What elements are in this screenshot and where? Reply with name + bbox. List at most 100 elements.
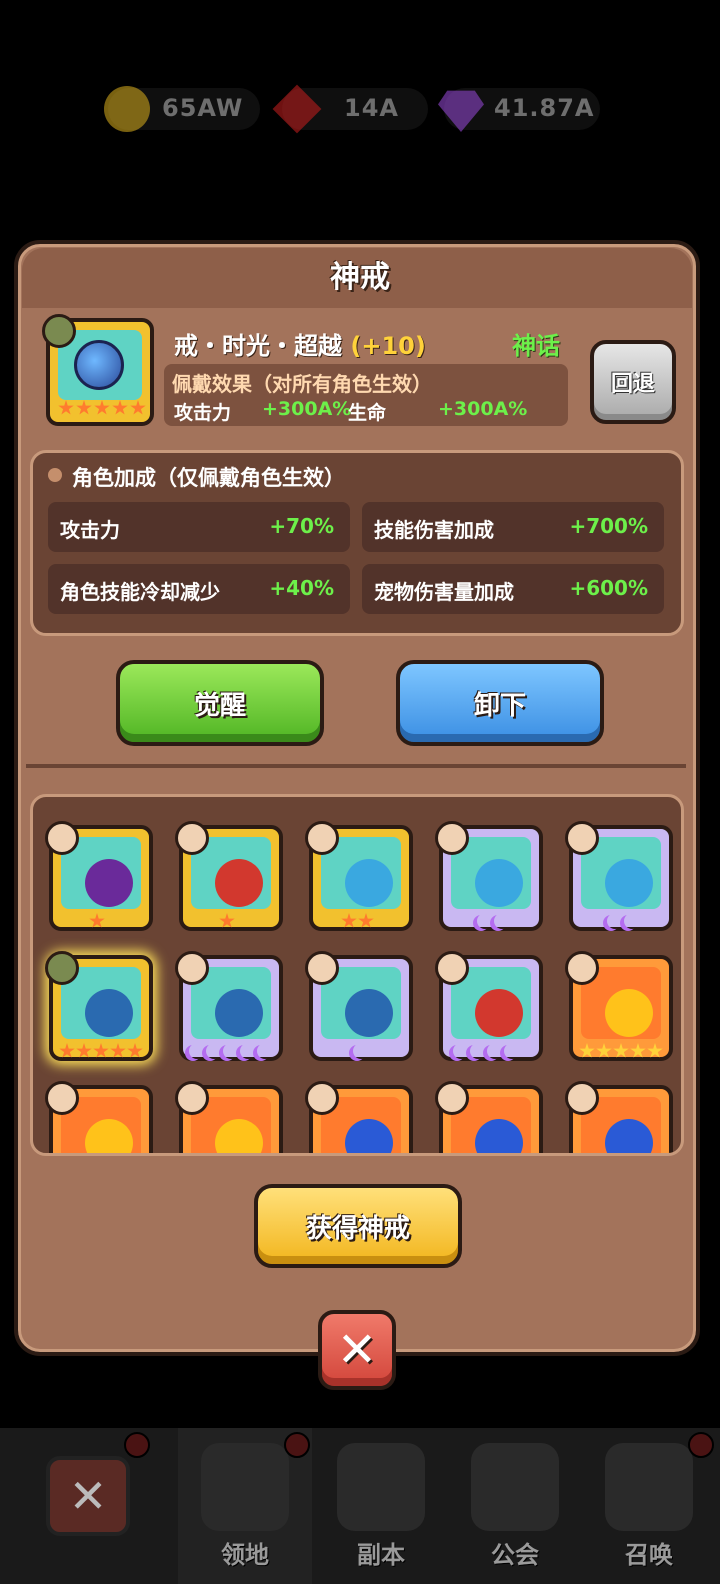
ring-owner-avatar <box>42 314 76 348</box>
nav-label: 召唤 <box>625 1541 673 1569</box>
owner-avatar <box>565 951 599 985</box>
summon-gem-icon <box>605 1443 693 1531</box>
owner-avatar <box>305 821 339 855</box>
ring-inventory-grid[interactable] <box>30 794 684 1156</box>
star-icon <box>358 913 374 928</box>
bonus-label: 技能伤害加成 <box>374 518 494 542</box>
nav-item-guild[interactable]: 公会 <box>448 1428 582 1584</box>
notification-dot <box>284 1432 310 1458</box>
star-icon <box>58 400 74 415</box>
star-icon <box>647 1043 663 1058</box>
owner-avatar <box>435 821 469 855</box>
territory-icon <box>201 1443 289 1531</box>
owner-avatar <box>305 951 339 985</box>
star-icon <box>76 400 92 415</box>
ring-gem-icon <box>345 859 393 907</box>
ring-gem-icon <box>85 859 133 907</box>
item-moons <box>477 913 510 929</box>
star-icon <box>89 913 105 928</box>
ring-gem-icon <box>74 340 124 390</box>
unequip-button[interactable]: 卸下 <box>396 660 604 746</box>
inventory-ring-item[interactable] <box>435 821 543 931</box>
inventory-ring-item[interactable] <box>175 1081 283 1153</box>
ring-gem-icon <box>475 989 523 1037</box>
inventory-ring-item[interactable] <box>175 821 283 931</box>
bonus-cell-pet-damage: 宠物伤害量加成 +600% <box>362 564 664 614</box>
panel-title: 神戒 <box>330 260 390 295</box>
effect-title: 佩戴效果（对所有角色生效） <box>172 372 432 396</box>
moon-icon <box>477 913 493 929</box>
owner-avatar <box>305 1081 339 1115</box>
inventory-ring-item[interactable] <box>45 821 153 931</box>
ring-name-text: 戒・时光・超越 <box>174 332 342 360</box>
currency-diamond-value: 41.87A <box>494 94 595 122</box>
moon-icon <box>257 1043 273 1059</box>
item-stars <box>341 913 374 929</box>
owner-avatar <box>175 821 209 855</box>
item-moons <box>607 913 640 929</box>
bonus-label: 角色技能冷却减少 <box>60 580 220 604</box>
star-icon <box>93 1043 109 1058</box>
owner-avatar <box>45 821 79 855</box>
inventory-ring-item[interactable] <box>565 821 673 931</box>
get-ring-button[interactable]: 获得神戒 <box>254 1184 462 1268</box>
bonus-label: 宠物伤害量加成 <box>374 580 514 604</box>
back-button[interactable]: 回退 <box>590 340 676 424</box>
ring-rarity: 神话 <box>512 332 560 360</box>
nav-label: 公会 <box>491 1541 539 1569</box>
moon-icon <box>624 913 640 929</box>
inventory-ring-item[interactable] <box>305 951 413 1061</box>
bonus-cell-skill-damage: 技能伤害加成 +700% <box>362 502 664 552</box>
guild-shield-icon <box>471 1443 559 1531</box>
close-icon: ✕ <box>68 1469 108 1523</box>
effect-attack-value: +300A% <box>262 398 352 420</box>
inventory-ring-item[interactable] <box>565 951 673 1061</box>
moon-icon <box>240 1043 256 1059</box>
ring-gem-icon <box>345 989 393 1037</box>
star-icon <box>613 1043 629 1058</box>
ring-gem-icon <box>85 1119 133 1153</box>
ring-gem-icon <box>475 1119 523 1153</box>
notification-dot <box>688 1432 714 1458</box>
item-stars <box>579 1043 663 1059</box>
ring-gem-icon <box>215 989 263 1037</box>
nav-label: 副本 <box>357 1541 405 1569</box>
moon-icon <box>223 1043 239 1059</box>
inventory-ring-item[interactable] <box>435 951 543 1061</box>
star-icon <box>127 1043 143 1058</box>
effect-hp-label: 生命 <box>348 402 387 424</box>
inventory-ring-item[interactable] <box>175 951 283 1061</box>
moon-icon <box>470 1043 486 1059</box>
inventory-ring-item[interactable] <box>435 1081 543 1153</box>
ring-gem-icon <box>605 989 653 1037</box>
inventory-ring-item-selected[interactable] <box>45 951 153 1061</box>
effect-attack-label: 攻击力 <box>174 402 232 424</box>
item-stars <box>59 1043 143 1059</box>
equipped-ring-card[interactable] <box>42 314 154 426</box>
bonus-cell-attack: 攻击力 +70% <box>48 502 350 552</box>
ring-gem-icon <box>215 1119 263 1153</box>
item-moons <box>453 1043 520 1059</box>
ring-gem-icon <box>605 1119 653 1153</box>
nav-item-dungeon[interactable]: 副本 <box>314 1428 448 1584</box>
nav-close-button[interactable]: ✕ <box>46 1456 130 1536</box>
notification-dot <box>124 1432 150 1458</box>
coin-icon <box>104 86 150 132</box>
inventory-ring-item[interactable] <box>565 1081 673 1153</box>
inventory-ring-item[interactable] <box>45 1081 153 1153</box>
awaken-button[interactable]: 觉醒 <box>116 660 324 746</box>
owner-avatar <box>565 1081 599 1115</box>
star-icon <box>130 400 146 415</box>
close-button[interactable]: ✕ <box>318 1310 396 1390</box>
inventory-ring-item[interactable] <box>305 821 413 931</box>
star-icon <box>596 1043 612 1058</box>
inventory-ring-item[interactable] <box>305 1081 413 1153</box>
item-moons <box>189 1043 273 1059</box>
nav-label: 领地 <box>221 1541 269 1569</box>
moon-icon <box>453 1043 469 1059</box>
moon-icon <box>206 1043 222 1059</box>
divider <box>26 764 686 768</box>
star-icon <box>110 1043 126 1058</box>
effect-hp-value: +300A% <box>438 398 528 420</box>
ring-stars <box>58 400 146 416</box>
